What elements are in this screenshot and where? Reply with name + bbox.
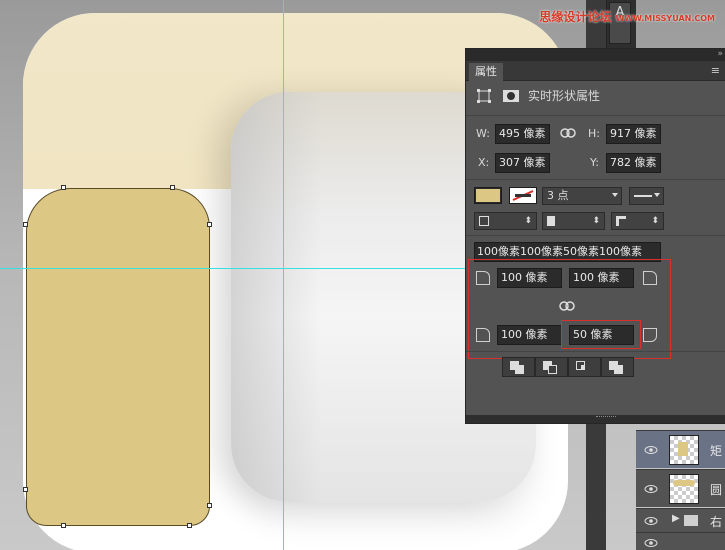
align-stroke-dropdown[interactable]: ⬍ (474, 212, 537, 230)
stroke-width-dropdown[interactable]: 3 点 (542, 187, 622, 205)
spinner-icon: ⬍ (524, 216, 532, 226)
line-style-icon (634, 195, 652, 197)
resize-grip-icon[interactable] (596, 416, 616, 418)
panel-tab-bar: 属性 ≡ (466, 61, 725, 81)
exclude-overlap-button[interactable] (601, 357, 634, 377)
mask-properties-icon[interactable] (502, 88, 520, 104)
divider (466, 235, 725, 236)
join-icon (616, 216, 626, 226)
align-icon (479, 216, 489, 226)
corner-type-dropdown[interactable]: ⬍ (611, 212, 664, 230)
divider (466, 115, 725, 116)
height-field[interactable]: 917 像素 (606, 124, 661, 144)
x-label: X: (478, 156, 490, 169)
tab-properties[interactable]: 属性 (469, 63, 503, 81)
eye-icon[interactable] (644, 443, 658, 457)
panel-menu-icon[interactable]: ≡ (711, 64, 720, 77)
eye-icon[interactable] (644, 482, 658, 496)
collapse-icon[interactable]: » (717, 49, 722, 59)
layer-row[interactable]: 矩 (636, 430, 725, 468)
layer-name: 圆 (710, 483, 723, 497)
chevron-down-icon (654, 193, 660, 197)
width-field[interactable]: 495 像素 (495, 124, 550, 144)
anchor-point[interactable] (170, 185, 175, 190)
vertical-guide[interactable] (283, 0, 284, 550)
layer-row[interactable] (636, 532, 725, 550)
anchor-point[interactable] (207, 503, 212, 508)
panel-bottom-bar (466, 415, 725, 423)
combine-shapes-button[interactable] (502, 357, 535, 377)
fill-color (476, 189, 500, 202)
y-field[interactable]: 782 像素 (606, 153, 661, 173)
layer-group-row[interactable]: ▶ 右 (636, 508, 725, 532)
no-stroke-icon (512, 190, 534, 201)
divider (466, 179, 725, 180)
canvas-stage: A 矩 圆 ▶ 右 思缘设计论坛WWW.MISSYUAN.COM » 属性 ≡ (0, 0, 725, 550)
selected-rounded-rectangle[interactable] (26, 188, 210, 526)
panel-title: 实时形状属性 (528, 89, 601, 103)
spinner-icon: ⬍ (592, 216, 600, 226)
y-label: Y: (590, 156, 599, 169)
anchor-point[interactable] (23, 487, 28, 492)
divider (466, 351, 725, 352)
folder-icon (684, 515, 698, 526)
watermark-text: 思缘设计论坛 (539, 10, 612, 24)
height-label: H: (588, 127, 600, 140)
shape-properties-icon[interactable] (476, 88, 492, 104)
cap-type-dropdown[interactable]: ⬍ (542, 212, 605, 230)
eye-icon[interactable] (644, 514, 658, 528)
layer-row[interactable]: 圆 (636, 469, 725, 507)
intersect-shapes-button[interactable] (568, 357, 601, 377)
cap-icon (547, 216, 555, 226)
layer-thumbnail (669, 435, 699, 465)
watermark-url: WWW.MISSYUAN.COM (615, 14, 715, 23)
properties-panel: » 属性 ≡ 实时形状属性 W: 495 像素 H: 917 像素 X: 307… (465, 48, 725, 424)
anchor-point[interactable] (207, 222, 212, 227)
anchor-point[interactable] (187, 523, 192, 528)
link-icon[interactable] (560, 128, 576, 138)
stroke-width-value: 3 点 (547, 189, 569, 202)
layer-name: 右 (710, 515, 723, 529)
watermark: 思缘设计论坛 WWW.MISSYUAN.COM (539, 8, 715, 25)
layer-name: 矩 (710, 444, 723, 458)
stroke-type-dropdown[interactable] (629, 187, 664, 205)
width-label: W: (476, 127, 490, 140)
panel-title-strip[interactable]: » (466, 49, 725, 61)
layer-thumbnail (669, 474, 699, 504)
anchor-point[interactable] (23, 222, 28, 227)
panel-header: 实时形状属性 (476, 87, 600, 104)
anchor-point[interactable] (61, 185, 66, 190)
fill-swatch[interactable] (474, 187, 502, 204)
expand-arrow-icon[interactable]: ▶ (672, 513, 680, 524)
spinner-icon: ⬍ (651, 216, 659, 226)
chevron-down-icon (612, 193, 618, 197)
bottom-right-highlight (561, 320, 641, 349)
eye-icon[interactable] (644, 536, 658, 550)
stroke-swatch[interactable] (509, 187, 537, 204)
subtract-front-button[interactable] (535, 357, 568, 377)
anchor-point[interactable] (61, 523, 66, 528)
x-field[interactable]: 307 像素 (495, 153, 550, 173)
